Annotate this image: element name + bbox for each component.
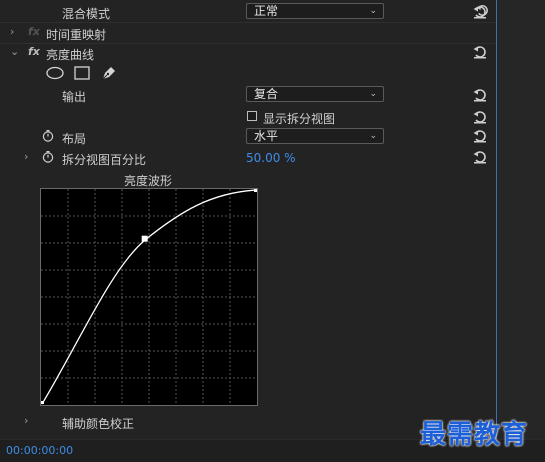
layout-dropdown[interactable]: 水平 ⌄ <box>246 128 384 144</box>
stopwatch-icon[interactable] <box>42 151 54 163</box>
output-dropdown[interactable]: 复合 ⌄ <box>246 86 384 102</box>
effect-controls-panel: 混合模式 正常 ⌄ › fx 时间重映射 ⌄ fx 亮度曲线 输出 复合 ⌄ 显… <box>0 0 496 439</box>
luma-curve-graph[interactable] <box>40 188 258 406</box>
pen-mask-icon[interactable] <box>100 64 118 82</box>
blend-mode-row: 混合模式 正常 ⌄ <box>0 2 496 22</box>
luma-curve-label: 亮度曲线 <box>46 48 95 62</box>
layout-row: 布局 水平 ⌄ <box>0 127 496 147</box>
curve-endpoint-white[interactable] <box>254 189 257 192</box>
chevron-down-icon: ⌄ <box>369 131 377 141</box>
layout-label: 布局 <box>62 132 87 146</box>
curve-control-point[interactable] <box>141 235 148 242</box>
chevron-down-icon: ⌄ <box>369 89 377 99</box>
output-label: 输出 <box>62 90 87 104</box>
curve-svg[interactable] <box>41 189 257 405</box>
split-percent-value[interactable]: 50.00 % <box>246 151 296 165</box>
reset-icon[interactable] <box>472 149 488 165</box>
reset-icon[interactable] <box>472 128 488 144</box>
keyframe-area[interactable] <box>497 0 545 439</box>
stopwatch-icon[interactable] <box>42 130 54 142</box>
curve-endpoint-black[interactable] <box>41 401 44 404</box>
layout-value: 水平 <box>254 129 279 143</box>
reset-icon[interactable] <box>472 109 488 125</box>
ellipse-mask-icon[interactable] <box>45 66 65 80</box>
split-percent-label: 拆分视图百分比 <box>62 153 147 167</box>
timecode[interactable]: 00:00:00:00 <box>6 444 73 457</box>
luma-curve-row[interactable]: ⌄ fx 亮度曲线 <box>0 43 496 63</box>
time-remap-row[interactable]: › fx 时间重映射 <box>0 23 496 43</box>
split-view-label: 显示拆分视图 <box>263 112 336 126</box>
blend-mode-value: 正常 <box>254 4 279 18</box>
blend-mode-dropdown[interactable]: 正常 ⌄ <box>246 3 384 19</box>
split-view-row: 显示拆分视图 <box>0 107 496 127</box>
waveform-title: 亮度波形 <box>124 174 173 188</box>
watermark: 最需教育 <box>420 420 529 450</box>
output-value: 复合 <box>254 87 279 101</box>
fx-icon[interactable]: fx <box>28 45 40 58</box>
chevron-down-icon: ⌄ <box>369 6 377 16</box>
blend-mode-label: 混合模式 <box>62 7 111 21</box>
reset-icon[interactable] <box>472 87 488 103</box>
reset-icon[interactable] <box>472 44 488 60</box>
chevron-right-icon[interactable]: › <box>24 150 28 163</box>
time-remap-label: 时间重映射 <box>46 28 107 42</box>
reset-icon[interactable] <box>475 3 490 18</box>
output-row: 输出 复合 ⌄ <box>0 85 496 105</box>
split-view-checkbox[interactable] <box>247 111 257 121</box>
chevron-right-icon[interactable]: › <box>10 25 14 38</box>
split-percent-row: › 拆分视图百分比 50.00 % <box>0 148 496 168</box>
rectangle-mask-icon[interactable] <box>74 66 90 80</box>
fx-icon[interactable]: fx <box>28 25 40 38</box>
chevron-down-icon[interactable]: ⌄ <box>10 45 19 58</box>
chevron-right-icon[interactable]: › <box>24 414 28 427</box>
aux-color-label: 辅助颜色校正 <box>62 417 135 431</box>
